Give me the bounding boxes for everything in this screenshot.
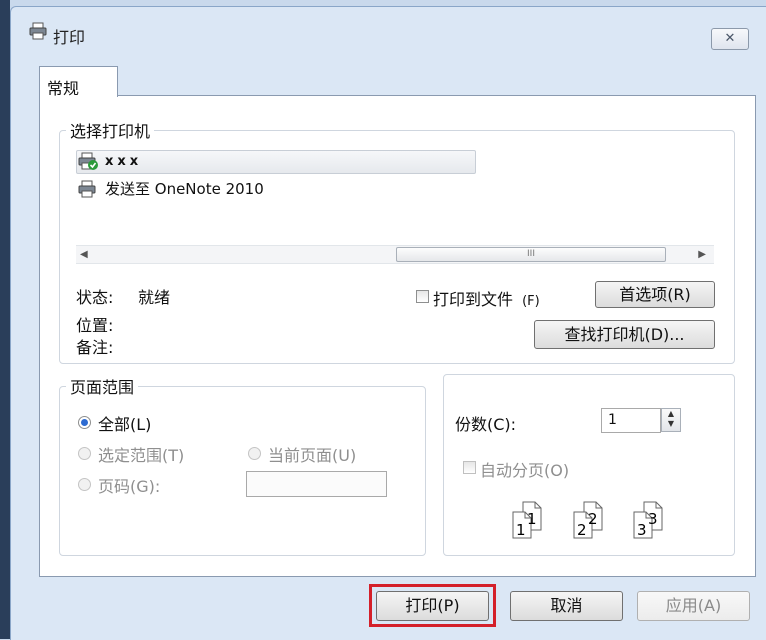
tab-general[interactable]: 常规 xyxy=(39,66,118,98)
print-to-file-checkbox[interactable] xyxy=(416,290,429,303)
all-pages-label[interactable]: 全部(L) xyxy=(98,411,151,435)
collate-page-number: 3 xyxy=(648,510,658,528)
decrement-icon[interactable]: ▼ xyxy=(662,419,680,429)
collate-page-number: 3 xyxy=(637,521,647,539)
close-button[interactable]: ✕ xyxy=(711,28,749,50)
status-label: 状态: xyxy=(76,288,114,307)
background-window-edge xyxy=(0,0,10,639)
scroll-right-icon[interactable]: ▶ xyxy=(698,246,706,263)
collate-page-number: 1 xyxy=(527,510,537,528)
location-label: 位置: xyxy=(76,316,114,335)
close-icon: ✕ xyxy=(724,31,736,46)
selection-radio[interactable] xyxy=(78,447,91,460)
page-numbers-radio[interactable] xyxy=(78,478,91,491)
printer-list-item[interactable]: 发送至 OneNote 2010 xyxy=(78,178,264,199)
apply-button[interactable]: 应用(A) xyxy=(637,591,750,621)
scroll-left-icon[interactable]: ◀ xyxy=(80,246,88,263)
copies-label: 份数(C): xyxy=(455,415,517,434)
printer-list-item[interactable]: xxx xyxy=(78,152,142,170)
collate-page-number: 2 xyxy=(577,521,587,539)
printer-name: 发送至 OneNote 2010 xyxy=(105,180,264,198)
copies-input[interactable]: 1 xyxy=(601,408,661,433)
collate-pages-icon: 1 1 xyxy=(512,501,542,539)
print-button[interactable]: 打印(P) xyxy=(376,591,489,621)
scrollbar-thumb[interactable]: III xyxy=(396,247,666,262)
current-page-radio[interactable] xyxy=(248,447,261,460)
printer-name: xxx xyxy=(105,153,143,169)
comment-label: 备注: xyxy=(76,338,114,357)
page-numbers-input[interactable] xyxy=(246,471,387,497)
print-to-file-key: (F) xyxy=(522,294,540,309)
printer-list-scrollbar[interactable]: ◀ III ▶ xyxy=(76,245,714,264)
collate-pages-icon: 3 3 xyxy=(633,501,663,539)
printer-default-icon xyxy=(78,152,98,170)
page-range-legend: 页面范围 xyxy=(70,378,135,397)
tab-general-label: 常规 xyxy=(47,79,80,98)
collate-label[interactable]: 自动分页(O) xyxy=(480,457,569,481)
preferences-button[interactable]: 首选项(R) xyxy=(595,281,715,308)
page-numbers-label[interactable]: 页码(G): xyxy=(98,473,160,497)
scroll-grip-icon: III xyxy=(527,249,535,259)
printer-icon xyxy=(29,22,47,40)
collate-page-number: 1 xyxy=(516,521,526,539)
copies-stepper[interactable]: ▲ ▼ xyxy=(661,408,681,432)
current-page-label[interactable]: 当前页面(U) xyxy=(268,442,356,466)
select-printer-legend: 选择打印机 xyxy=(70,122,151,141)
printer-icon xyxy=(78,180,96,197)
status-value: 就绪 xyxy=(138,288,171,307)
cancel-button[interactable]: 取消 xyxy=(510,591,623,621)
collate-page-number: 2 xyxy=(588,510,598,528)
selection-label[interactable]: 选定范围(T) xyxy=(98,442,184,466)
collate-pages-icon: 2 2 xyxy=(573,501,603,539)
increment-icon[interactable]: ▲ xyxy=(662,409,680,419)
print-to-file-label[interactable]: 打印到文件 (F) xyxy=(433,286,540,310)
print-to-file-text: 打印到文件 xyxy=(433,290,514,309)
dialog-title: 打印 xyxy=(53,28,86,47)
collate-checkbox[interactable] xyxy=(463,461,476,474)
find-printer-button[interactable]: 查找打印机(D)... xyxy=(534,320,715,349)
all-pages-radio[interactable] xyxy=(78,416,91,429)
